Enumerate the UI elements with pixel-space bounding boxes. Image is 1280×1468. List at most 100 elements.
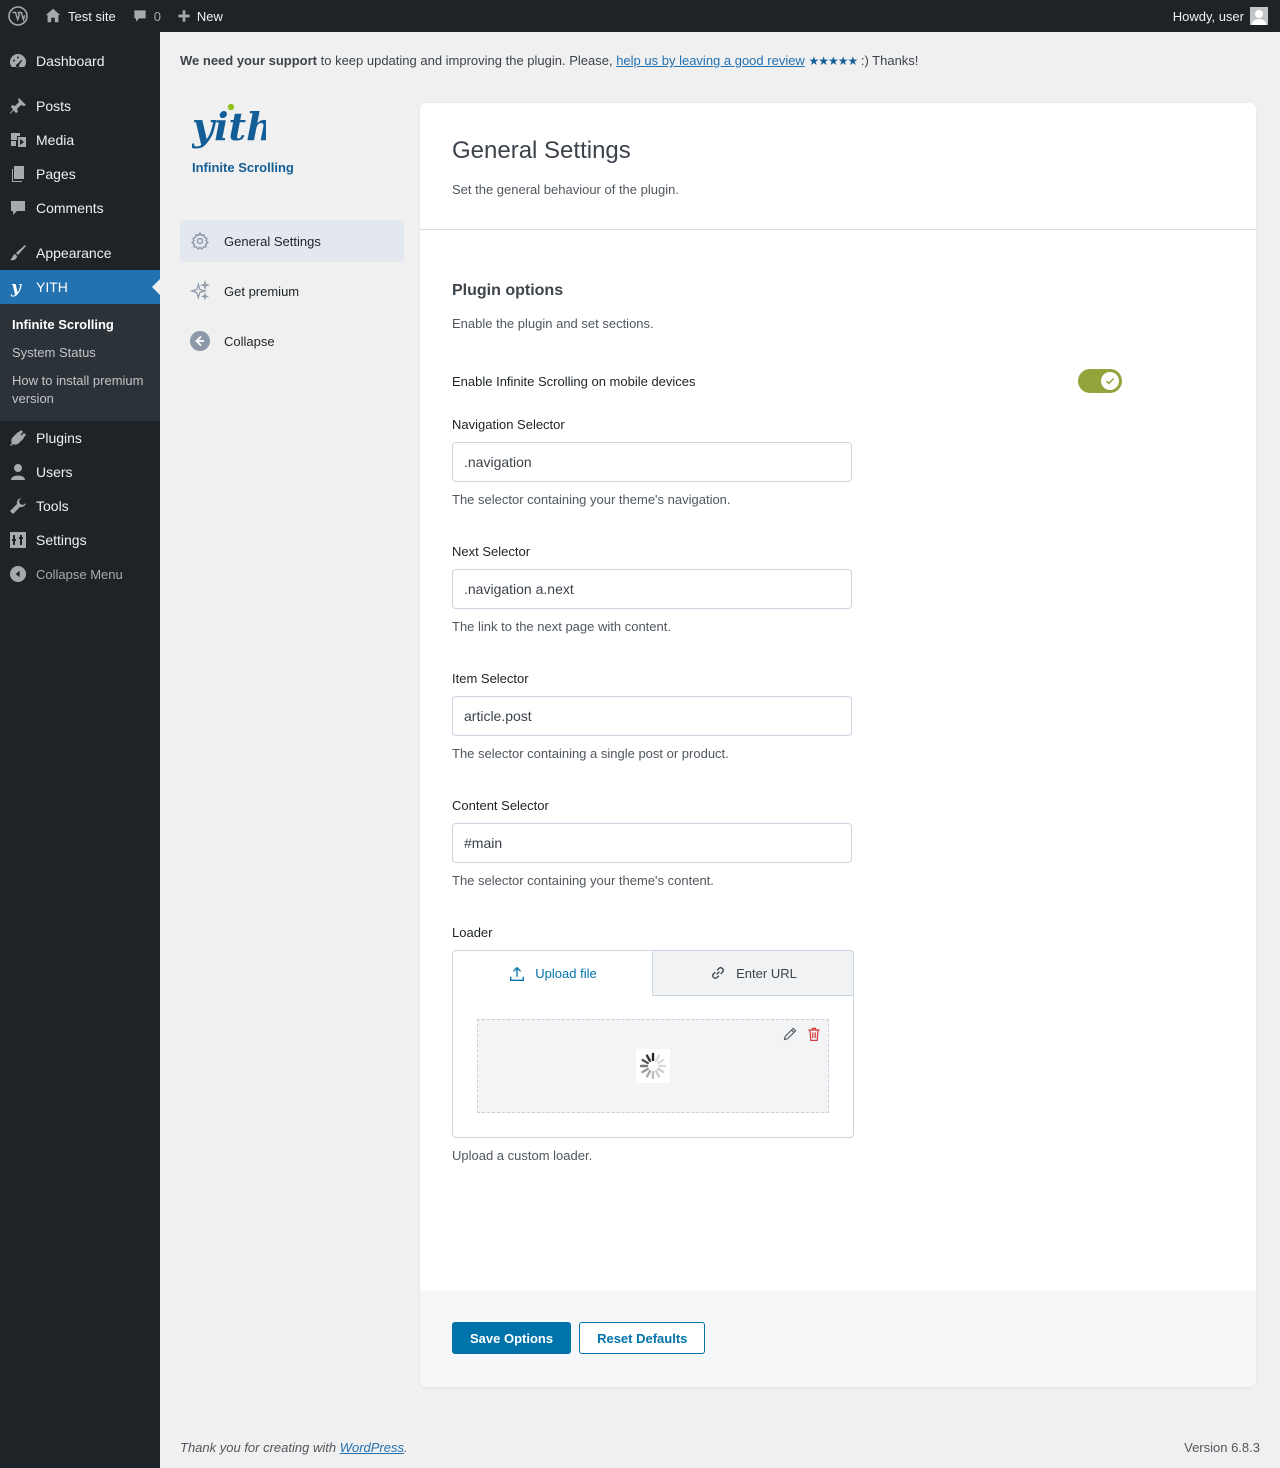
save-options-button[interactable]: Save Options xyxy=(452,1322,572,1354)
notice-bold: We need your support xyxy=(180,53,317,68)
wordpress-logo-icon[interactable] xyxy=(0,0,36,32)
menu-label: Comments xyxy=(36,200,104,216)
menu-pages[interactable]: Pages xyxy=(0,157,160,191)
panel-nav-collapse[interactable]: Collapse xyxy=(180,320,404,362)
submenu-system-status[interactable]: System Status xyxy=(0,339,160,367)
panel-nav-get-premium[interactable]: Get premium xyxy=(180,270,404,312)
content-selector-input[interactable] xyxy=(452,823,852,863)
mobile-toggle-row: Enable Infinite Scrolling on mobile devi… xyxy=(452,368,1224,394)
menu-yith[interactable]: y YITH xyxy=(0,270,160,304)
wrench-icon xyxy=(8,496,28,516)
field-description: The selector containing your theme's con… xyxy=(452,873,714,888)
plus-icon xyxy=(178,10,190,22)
next-selector-field: Next Selector The link to the next page … xyxy=(452,544,1224,634)
menu-dashboard[interactable]: Dashboard xyxy=(0,44,160,78)
notice-text: to keep updating and improving the plugi… xyxy=(317,53,617,68)
menu-label: Dashboard xyxy=(36,53,105,69)
submenu-install-premium[interactable]: How to install premium version xyxy=(0,367,160,413)
menu-users[interactable]: Users xyxy=(0,455,160,489)
comment-icon xyxy=(8,198,28,218)
reset-defaults-button[interactable]: Reset Defaults xyxy=(579,1322,706,1354)
account-menu[interactable]: Howdy, user xyxy=(1165,0,1280,32)
menu-label: Settings xyxy=(36,532,87,548)
tab-upload-file[interactable]: Upload file xyxy=(453,951,652,996)
menu-media[interactable]: Media xyxy=(0,123,160,157)
page-subtitle: Set the general behaviour of the plugin. xyxy=(452,182,679,197)
field-label: Next Selector xyxy=(452,544,531,559)
panel-nav-label: Get premium xyxy=(224,283,300,299)
panel-nav-general-settings[interactable]: General Settings xyxy=(180,220,404,262)
card-header: General Settings Set the general behavio… xyxy=(420,103,1256,230)
link-icon xyxy=(712,967,725,979)
item-selector-input[interactable] xyxy=(452,696,852,736)
loader-preview xyxy=(477,1019,829,1113)
menu-posts[interactable]: Posts xyxy=(0,89,160,123)
notice-end: :) Thanks! xyxy=(857,53,919,68)
admin-bar: Test site 0 New Howdy, user xyxy=(0,0,1280,32)
menu-label: Users xyxy=(36,464,73,480)
upload-icon xyxy=(510,966,525,981)
menu-comments[interactable]: Comments xyxy=(0,191,160,225)
menu-label: Tools xyxy=(36,498,69,514)
plugin-title: Infinite Scrolling xyxy=(192,160,294,175)
submenu-infinite-scrolling[interactable]: Infinite Scrolling xyxy=(0,311,160,339)
menu-label: Media xyxy=(36,132,75,148)
menu-tools[interactable]: Tools xyxy=(0,489,160,523)
tab-enter-url[interactable]: Enter URL xyxy=(652,950,854,996)
collapse-menu-button[interactable]: Collapse Menu xyxy=(0,557,160,591)
menu-settings[interactable]: Settings xyxy=(0,523,160,557)
trash-icon[interactable] xyxy=(806,1026,822,1045)
home-icon xyxy=(45,8,61,23)
navigation-selector-input[interactable] xyxy=(452,442,852,482)
new-label: New xyxy=(196,8,223,24)
next-selector-input[interactable] xyxy=(452,569,852,609)
field-label: Navigation Selector xyxy=(452,417,565,432)
site-name-link[interactable]: Test site xyxy=(36,0,124,32)
yith-submenu: Infinite Scrolling System Status How to … xyxy=(0,304,160,421)
mobile-toggle[interactable] xyxy=(1078,369,1122,393)
settings-icon xyxy=(8,530,28,550)
tab-label: Upload file xyxy=(535,966,597,981)
avatar xyxy=(1250,7,1268,25)
content-selector-field: Content Selector The selector containing… xyxy=(452,798,1224,888)
menu-label: Pages xyxy=(36,166,76,182)
panel-nav: General Settings Get premium Collapse xyxy=(180,220,404,370)
collapse-icon xyxy=(8,564,28,584)
loader-description: Upload a custom loader. xyxy=(452,1148,593,1163)
field-label: Content Selector xyxy=(452,798,549,813)
gear-icon xyxy=(190,231,210,251)
new-content-link[interactable]: New xyxy=(169,0,231,32)
field-label: Loader xyxy=(452,925,493,940)
yith-logo-text: yith xyxy=(192,104,266,149)
comments-link[interactable]: 0 xyxy=(124,0,169,32)
menu-appearance[interactable]: Appearance xyxy=(0,236,160,270)
field-description: The link to the next page with content. xyxy=(452,619,671,634)
comment-icon xyxy=(134,10,146,22)
wordpress-link[interactable]: WordPress xyxy=(340,1440,404,1455)
menu-plugins[interactable]: Plugins xyxy=(0,421,160,455)
review-notice: We need your support to keep updating an… xyxy=(180,53,918,68)
footer-version: Version 6.8.3 xyxy=(1184,1440,1260,1455)
plugin-icon xyxy=(8,428,28,448)
loader-tabs: Upload file Enter URL xyxy=(453,950,854,996)
yith-logo: yith xyxy=(191,102,274,153)
loader-field: Loader Upload file Enter URL Upload a cu… xyxy=(452,925,1224,1163)
item-selector-field: Item Selector The selector containing a … xyxy=(452,671,1224,761)
footer-period: . xyxy=(404,1440,408,1455)
star-rating-icon: ★★★★★ xyxy=(808,54,858,68)
mobile-toggle-label: Enable Infinite Scrolling on mobile devi… xyxy=(452,373,696,389)
review-link[interactable]: help us by leaving a good review xyxy=(616,53,805,68)
svg-text:y: y xyxy=(10,278,22,297)
field-label: Item Selector xyxy=(452,671,529,686)
site-name: Test site xyxy=(68,8,116,24)
sparkle-icon xyxy=(190,280,210,301)
pin-icon xyxy=(8,96,28,116)
loader-uploader: Upload file Enter URL xyxy=(452,950,854,1138)
navigation-selector-field: Navigation Selector The selector contain… xyxy=(452,417,1224,507)
settings-card: General Settings Set the general behavio… xyxy=(420,103,1256,1387)
admin-sidebar: Dashboard Posts Media Pages Comments App… xyxy=(0,32,160,1468)
collapse-label: Collapse Menu xyxy=(36,566,123,582)
field-description: The selector containing your theme's nav… xyxy=(452,492,731,507)
field-description: The selector containing a single post or… xyxy=(452,746,729,761)
pencil-icon[interactable] xyxy=(782,1026,798,1045)
